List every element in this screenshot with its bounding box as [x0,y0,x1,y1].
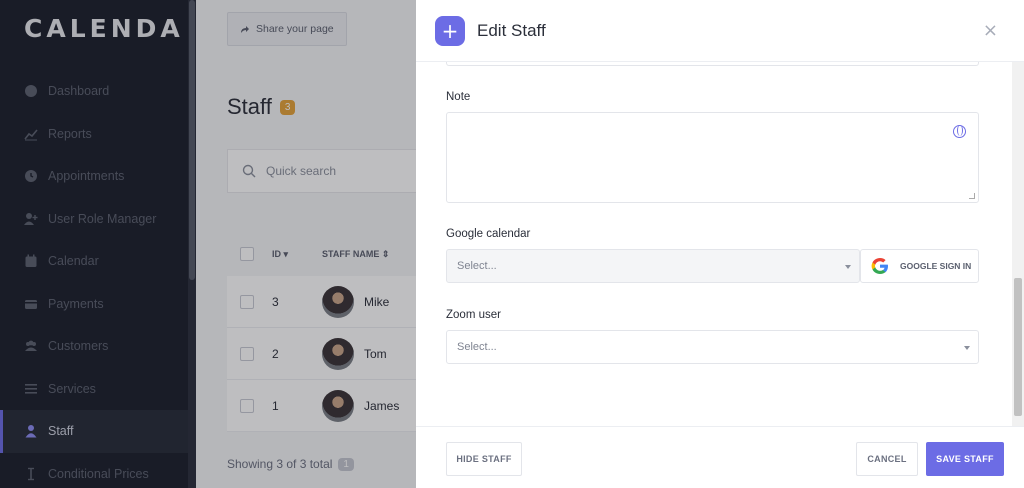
panel-header: + Edit Staff × [416,0,1024,62]
note-label: Note [446,91,471,103]
zoom-user-value: Select... [457,341,497,353]
note-textarea[interactable] [446,112,979,203]
panel-title: Edit Staff [477,20,546,40]
google-icon [871,258,888,274]
google-calendar-value: Select... [457,260,497,272]
previous-field[interactable] [446,62,979,66]
globe-icon[interactable] [953,125,966,138]
resize-handle[interactable] [969,193,975,199]
panel-scrollbar[interactable] [1012,62,1024,426]
zoom-user-select[interactable]: Select... [446,330,979,364]
cancel-button[interactable]: CANCEL [856,442,918,476]
google-calendar-select[interactable]: Select... [446,249,860,283]
save-staff-button[interactable]: SAVE STAFF [926,442,1004,476]
panel-scroll-thumb[interactable] [1014,278,1022,416]
zoom-user-label: Zoom user [446,309,501,321]
hide-staff-button[interactable]: HIDE STAFF [446,442,522,476]
close-icon[interactable]: × [983,20,998,41]
plus-icon: + [435,15,465,46]
edit-staff-panel: + Edit Staff × Note Google calendar Sele… [416,0,1024,488]
chevron-down-icon [964,346,970,350]
chevron-down-icon [845,265,851,269]
google-sign-in-label: GOOGLE SIGN IN [900,261,972,271]
panel-footer: HIDE STAFF CANCEL SAVE STAFF [416,426,1024,488]
google-calendar-label: Google calendar [446,228,531,240]
google-sign-in-button[interactable]: GOOGLE SIGN IN [860,249,979,283]
panel-body: Note Google calendar Select... GOOGLE SI… [416,62,1012,426]
